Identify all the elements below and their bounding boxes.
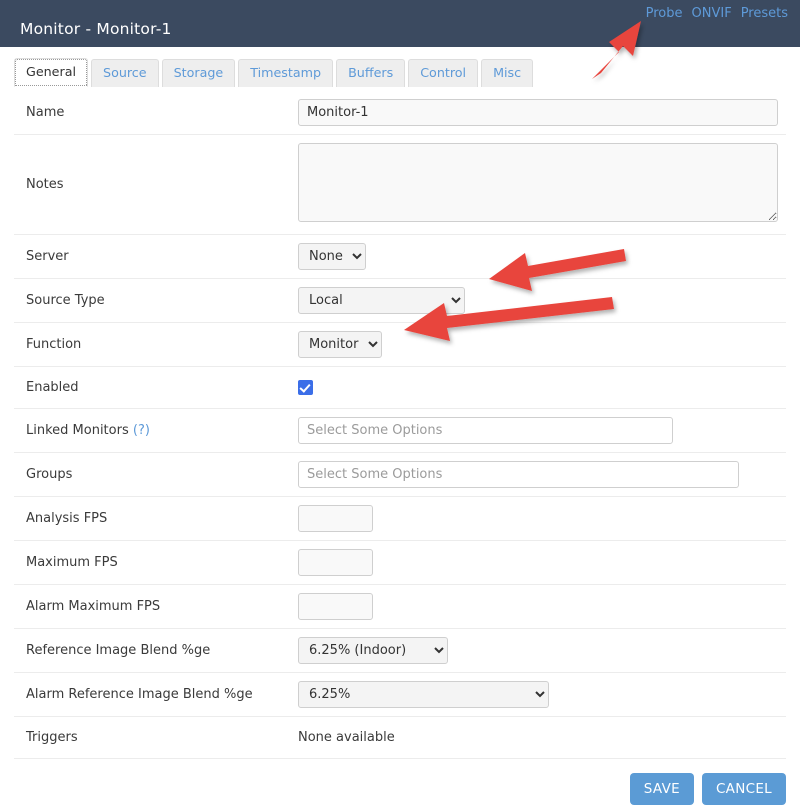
page-header: Monitor - Monitor-1 Probe ONVIF Presets [0,0,800,47]
tab-control[interactable]: Control [408,59,479,87]
table-row-server: Server None [14,235,786,279]
table-row-reference-blend: Reference Image Blend %ge 6.25% (Indoor) [14,629,786,673]
alarm-reference-blend-select[interactable]: 6.25% [298,681,549,708]
table-row-maximum-fps: Maximum FPS [14,541,786,585]
tab-storage[interactable]: Storage [161,59,236,87]
label-alarm-maximum-fps: Alarm Maximum FPS [26,599,161,614]
linked-monitors-help-icon[interactable]: (?) [133,423,150,438]
tab-source[interactable]: Source [91,59,159,87]
source-type-select[interactable]: Local [298,287,465,314]
triggers-value: None available [298,730,395,745]
table-row-name: Name [14,91,786,135]
groups-input[interactable] [298,461,739,488]
onvif-link[interactable]: ONVIF [692,6,732,21]
presets-link[interactable]: Presets [741,6,788,21]
save-button[interactable]: SAVE [629,773,694,805]
label-reference-blend: Reference Image Blend %ge [26,643,211,658]
label-function: Function [26,337,82,352]
monitor-settings-form: Name Notes Server None Source Type Local… [14,91,786,759]
tab-bar: General Source Storage Timestamp Buffers… [0,58,800,87]
label-notes: Notes [26,177,64,192]
label-analysis-fps: Analysis FPS [26,511,108,526]
header-links: Probe ONVIF Presets [646,6,788,21]
table-row-linked-monitors: Linked Monitors (?) [14,409,786,453]
label-linked-monitors: Linked Monitors (?) [14,409,298,453]
table-row-notes: Notes [14,135,786,235]
form-actions: SAVE CANCEL [0,773,786,805]
analysis-fps-input[interactable] [298,505,373,532]
probe-link[interactable]: Probe [646,6,683,21]
label-maximum-fps: Maximum FPS [26,555,118,570]
tab-timestamp[interactable]: Timestamp [238,59,334,87]
tab-buffers[interactable]: Buffers [336,59,406,87]
enabled-checkbox[interactable] [298,380,313,395]
tab-general[interactable]: General [14,58,89,87]
label-enabled: Enabled [26,380,79,395]
table-row-source-type: Source Type Local [14,279,786,323]
table-row-alarm-maximum-fps: Alarm Maximum FPS [14,585,786,629]
label-server: Server [26,249,69,264]
page-title: Monitor - Monitor-1 [20,20,172,38]
table-row-analysis-fps: Analysis FPS [14,497,786,541]
label-source-type: Source Type [26,293,105,308]
function-select[interactable]: Monitor [298,331,382,358]
tab-misc[interactable]: Misc [481,59,534,87]
label-triggers: Triggers [26,730,78,745]
table-row-triggers: Triggers None available [14,717,786,759]
notes-textarea[interactable] [298,143,778,222]
table-row-groups: Groups [14,453,786,497]
label-name: Name [26,105,65,120]
table-row-enabled: Enabled [14,367,786,409]
linked-monitors-input[interactable] [298,417,673,444]
cancel-button[interactable]: CANCEL [701,773,786,805]
alarm-maximum-fps-input[interactable] [298,593,373,620]
table-row-function: Function Monitor [14,323,786,367]
label-groups: Groups [26,467,73,482]
reference-blend-select[interactable]: 6.25% (Indoor) [298,637,448,664]
label-linked-monitors-text: Linked Monitors [26,423,129,438]
name-input[interactable] [298,99,778,126]
table-row-alarm-reference-blend: Alarm Reference Image Blend %ge 6.25% [14,673,786,717]
label-alarm-reference-blend: Alarm Reference Image Blend %ge [26,687,253,702]
maximum-fps-input[interactable] [298,549,373,576]
server-select[interactable]: None [298,243,366,270]
